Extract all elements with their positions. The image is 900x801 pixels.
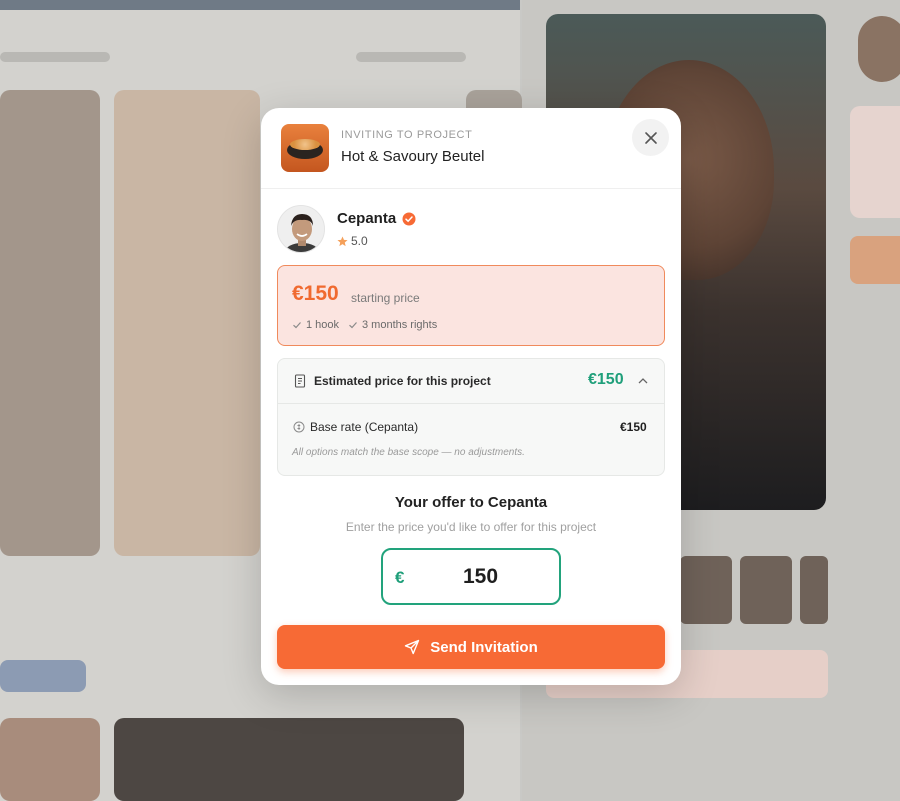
receipt-icon xyxy=(294,374,306,388)
send-invitation-button[interactable]: Send Invitation xyxy=(277,625,665,669)
background-text-line xyxy=(356,52,466,62)
background-top-bar xyxy=(0,0,520,10)
feature-label: 3 months rights xyxy=(362,319,438,331)
estimated-price-total: €150 xyxy=(588,371,624,388)
estimated-price-panel: Estimated price for this project €150 Ba… xyxy=(277,358,665,476)
background-card xyxy=(0,718,100,801)
invite-modal: INVITING TO PROJECT Hot & Savoury Beutel… xyxy=(261,108,681,685)
background-card xyxy=(0,90,100,556)
starting-price: €150 xyxy=(292,282,339,305)
avatar-image xyxy=(278,206,324,252)
check-icon xyxy=(349,322,357,329)
background-button xyxy=(0,660,86,692)
background-card xyxy=(114,718,464,801)
background-thumbnail xyxy=(680,556,732,624)
project-name: Hot & Savoury Beutel xyxy=(341,148,485,165)
food-icon xyxy=(290,139,320,150)
estimated-price-label: Estimated price for this project xyxy=(314,374,491,388)
star-icon xyxy=(337,236,348,246)
feature-item: 1 hook xyxy=(292,319,339,331)
background-button xyxy=(850,236,900,284)
background-text-line xyxy=(0,52,110,62)
coin-icon xyxy=(293,421,305,433)
check-icon xyxy=(293,322,301,329)
base-rate-label: Base rate (Cepanta) xyxy=(310,420,419,434)
project-eyebrow: INVITING TO PROJECT xyxy=(341,129,473,141)
offer-subtitle: Enter the price you'd like to offer for … xyxy=(345,520,597,534)
starting-price-label: starting price xyxy=(351,291,420,305)
chevron-up-icon xyxy=(638,378,648,384)
verified-badge-icon xyxy=(402,212,416,226)
background-avatar xyxy=(858,16,900,82)
send-invitation-label: Send Invitation xyxy=(430,638,538,656)
project-thumbnail xyxy=(281,124,329,172)
creator-name: Cepanta xyxy=(337,210,397,227)
background-card xyxy=(114,90,260,556)
background-thumbnail xyxy=(740,556,792,624)
creator-rating: 5.0 xyxy=(337,234,368,248)
avatar xyxy=(277,205,325,253)
starting-price-card: €150 starting price 1 hook 3 months righ… xyxy=(277,265,665,346)
base-rate-value: €150 xyxy=(620,420,647,434)
offer-price-field: € xyxy=(381,548,561,605)
feature-item: 3 months rights xyxy=(348,319,437,331)
feature-label: 1 hook xyxy=(306,319,340,331)
offer-price-input[interactable] xyxy=(423,550,538,603)
close-button[interactable] xyxy=(632,119,669,156)
currency-symbol: € xyxy=(395,568,405,587)
rating-value: 5.0 xyxy=(351,234,368,248)
send-icon xyxy=(405,639,420,655)
modal-header: INVITING TO PROJECT Hot & Savoury Beutel xyxy=(261,108,681,189)
estimate-note: All options match the base scope — no ad… xyxy=(292,447,525,458)
offer-title: Your offer to Cepanta xyxy=(394,494,548,511)
background-thumbnail xyxy=(800,556,828,624)
background-price-card xyxy=(850,106,900,218)
estimated-price-toggle[interactable]: Estimated price for this project €150 xyxy=(278,359,664,404)
close-icon xyxy=(644,131,657,144)
